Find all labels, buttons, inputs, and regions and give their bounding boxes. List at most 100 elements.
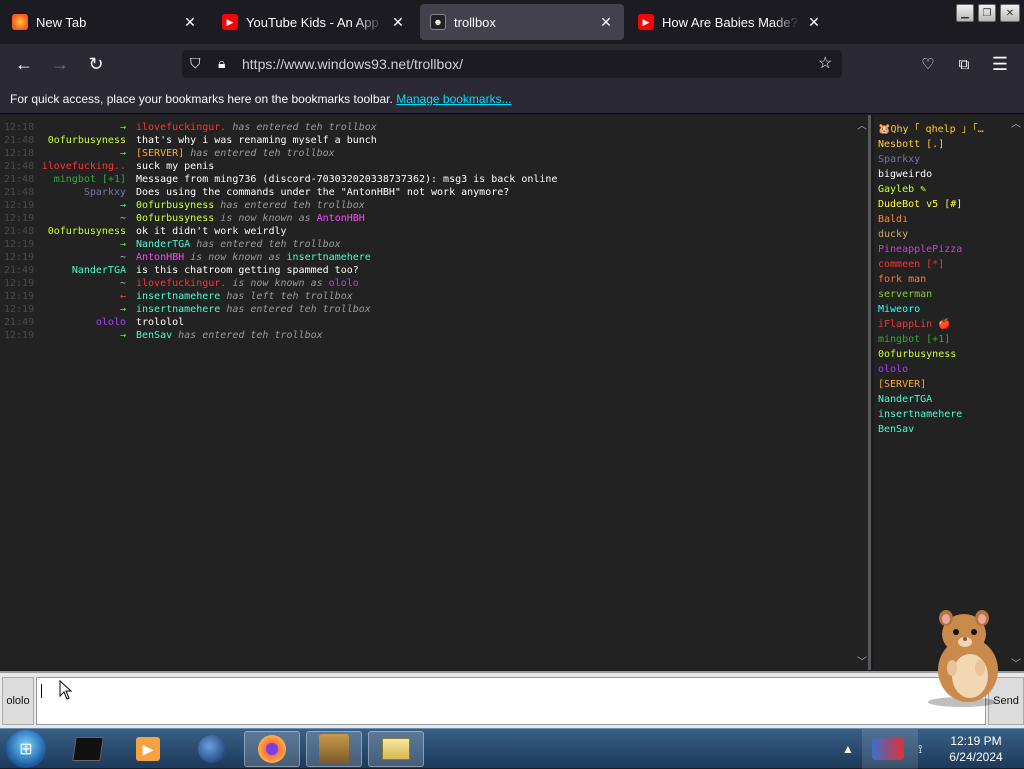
taskbar-app-mail[interactable]: [368, 731, 424, 767]
message-nick[interactable]: ←: [40, 290, 126, 303]
taskbar-app-terminal[interactable]: [60, 731, 116, 767]
chat-scrollbar[interactable]: ︿ ﹀: [856, 117, 868, 668]
message-nick[interactable]: ~: [40, 251, 126, 264]
message-user[interactable]: ilovefuckingur.: [136, 278, 226, 289]
taskbar-app-globe[interactable]: [184, 731, 240, 767]
navigation-bar: ← → ↻ ⛉ 🔒︎ https://www.windows93.net/tro…: [0, 44, 1024, 84]
close-icon[interactable]: ✕: [182, 14, 198, 31]
nickname-button[interactable]: ololo: [2, 677, 34, 725]
scroll-down-icon[interactable]: ﹀: [1010, 655, 1022, 670]
message-user[interactable]: NanderTGA: [136, 239, 190, 250]
taskbar-app-box-game[interactable]: [306, 731, 362, 767]
scroll-up-icon[interactable]: ︿: [1010, 115, 1022, 130]
message-user[interactable]: ololo: [329, 278, 359, 289]
close-icon[interactable]: ✕: [806, 14, 822, 31]
message-nick[interactable]: →: [40, 199, 126, 212]
message-nick[interactable]: →: [40, 121, 126, 134]
message-user[interactable]: insertnamehere: [136, 291, 220, 302]
tray-active-app[interactable]: [862, 729, 918, 769]
message-user[interactable]: ilovefuckingur.: [136, 122, 226, 133]
shield-icon[interactable]: ⛉: [190, 55, 201, 72]
extensions-icon[interactable]: ⧉: [952, 52, 976, 76]
message-text: is this chatroom getting spammed too?: [136, 265, 359, 276]
url-text[interactable]: https://www.windows93.net/trollbox/: [242, 56, 463, 72]
minimize-button[interactable]: ▁: [956, 4, 974, 22]
user-list-item[interactable]: DudeBot v5 [#]: [878, 197, 1020, 212]
user-list-item[interactable]: PineapplePizza: [878, 242, 1020, 257]
restore-button[interactable]: ❐: [978, 4, 996, 22]
message-user[interactable]: BenSav: [136, 330, 172, 341]
user-list-item[interactable]: fork man: [878, 272, 1020, 287]
tab-trollbox[interactable]: ☻ trollbox ✕: [420, 4, 624, 40]
message-user[interactable]: insertnamehere: [136, 304, 220, 315]
close-icon[interactable]: ✕: [390, 14, 406, 31]
user-list-item[interactable]: serverman: [878, 287, 1020, 302]
chat-input[interactable]: [36, 677, 986, 725]
user-list-item[interactable]: ololo: [878, 362, 1020, 377]
back-button[interactable]: ←: [12, 52, 36, 76]
message-nick[interactable]: →: [40, 147, 126, 160]
tab-babies[interactable]: ▶ How Are Babies Made? | Sm ✕: [628, 4, 832, 40]
message-nick[interactable]: 0ofurbusyness: [40, 134, 126, 147]
user-list-item[interactable]: mingbot [+1]: [878, 332, 1020, 347]
close-icon[interactable]: ✕: [598, 14, 614, 31]
user-list-item[interactable]: Miweoro: [878, 302, 1020, 317]
menu-icon[interactable]: ☰: [988, 52, 1012, 76]
tray-overflow-icon[interactable]: ▲: [842, 729, 854, 769]
network-icon[interactable]: ⟟: [918, 729, 922, 769]
message-nick[interactable]: →: [40, 303, 126, 316]
message-user[interactable]: AntonHBH: [136, 252, 184, 263]
message-user[interactable]: 0ofurbusyness: [136, 213, 214, 224]
bookmark-star-icon[interactable]: ☆: [818, 53, 832, 73]
start-button[interactable]: ⊞: [6, 730, 46, 768]
forward-button[interactable]: →: [48, 52, 72, 76]
user-list-item[interactable]: ducky: [878, 227, 1020, 242]
user-list-item[interactable]: Baldı: [878, 212, 1020, 227]
user-list-item[interactable]: 0ofurbusyness: [878, 347, 1020, 362]
message-nick[interactable]: 0ofurbusyness: [40, 225, 126, 238]
users-scrollbar[interactable]: ︿ ﹀: [1010, 115, 1022, 670]
chat-message-row: 12:19 → insertnamehere has entered teh tro…: [0, 303, 860, 316]
message-nick[interactable]: ilovefucking..: [40, 160, 126, 173]
close-window-button[interactable]: ✕: [1000, 4, 1020, 22]
system-clock[interactable]: 12:19 PM 6/24/2024: [936, 733, 1016, 765]
message-nick[interactable]: NanderTGA: [40, 264, 126, 277]
message-user[interactable]: AntonHBH: [317, 213, 365, 224]
tab-title: How Are Babies Made? | Sm: [662, 14, 800, 30]
tab-new-tab[interactable]: New Tab ✕: [2, 4, 208, 40]
message-user[interactable]: 0ofurbusyness: [136, 200, 214, 211]
scroll-down-icon[interactable]: ﹀: [856, 653, 868, 668]
taskbar-app-firefox[interactable]: [244, 731, 300, 767]
user-list-item[interactable]: 🐹Qhy ｢ qhelp ｣ ｢…: [878, 122, 1020, 137]
message-nick[interactable]: ololo: [40, 316, 126, 329]
reload-button[interactable]: ↻: [84, 52, 108, 76]
message-user[interactable]: insertnamehere: [287, 252, 371, 263]
message-nick[interactable]: Sparkxy: [40, 186, 126, 199]
message-user[interactable]: [SERVER]: [136, 148, 184, 159]
user-list-item[interactable]: bigweirdo: [878, 167, 1020, 182]
user-list-item[interactable]: commeen [*]: [878, 257, 1020, 272]
tab-youtube-kids[interactable]: ▶ YouTube Kids - An App Crea ✕: [212, 4, 416, 40]
user-list-item[interactable]: Gayleb ✎: [878, 182, 1020, 197]
lock-icon[interactable]: 🔒︎: [218, 55, 225, 72]
user-list-item[interactable]: Nesbott [.]: [878, 137, 1020, 152]
message-nick[interactable]: →: [40, 329, 126, 342]
scroll-up-icon[interactable]: ︿: [856, 117, 868, 132]
message-nick[interactable]: →: [40, 238, 126, 251]
manage-bookmarks-link[interactable]: Manage bookmarks...: [396, 92, 511, 106]
url-bar[interactable]: ⛉ 🔒︎ https://www.windows93.net/trollbox/…: [182, 50, 842, 78]
user-list-item[interactable]: NanderTGA: [878, 392, 1020, 407]
user-list-item[interactable]: Sparkxy: [878, 152, 1020, 167]
user-list[interactable]: 🐹Qhy ｢ qhelp ｣ ｢… Nesbott [.] Sparkxy bigwe…: [874, 115, 1024, 670]
system-notice: has entered teh trollbox: [172, 330, 323, 341]
message-nick[interactable]: ~: [40, 212, 126, 225]
user-list-item[interactable]: [SERVER]: [878, 377, 1020, 392]
user-list-item[interactable]: iFlappLin 🍎: [878, 317, 1020, 332]
message-nick[interactable]: ~: [40, 277, 126, 290]
user-list-item[interactable]: insertnamehere: [878, 407, 1020, 422]
pocket-icon[interactable]: ♡: [916, 52, 940, 76]
message-nick[interactable]: mingbot [+1]: [40, 173, 126, 186]
taskbar-app-media-player[interactable]: ▶: [120, 731, 176, 767]
user-list-item[interactable]: BenSav: [878, 422, 1020, 437]
chat-messages-panel[interactable]: 12:18 → ilovefuckingur. has entered teh tr…: [0, 115, 871, 670]
